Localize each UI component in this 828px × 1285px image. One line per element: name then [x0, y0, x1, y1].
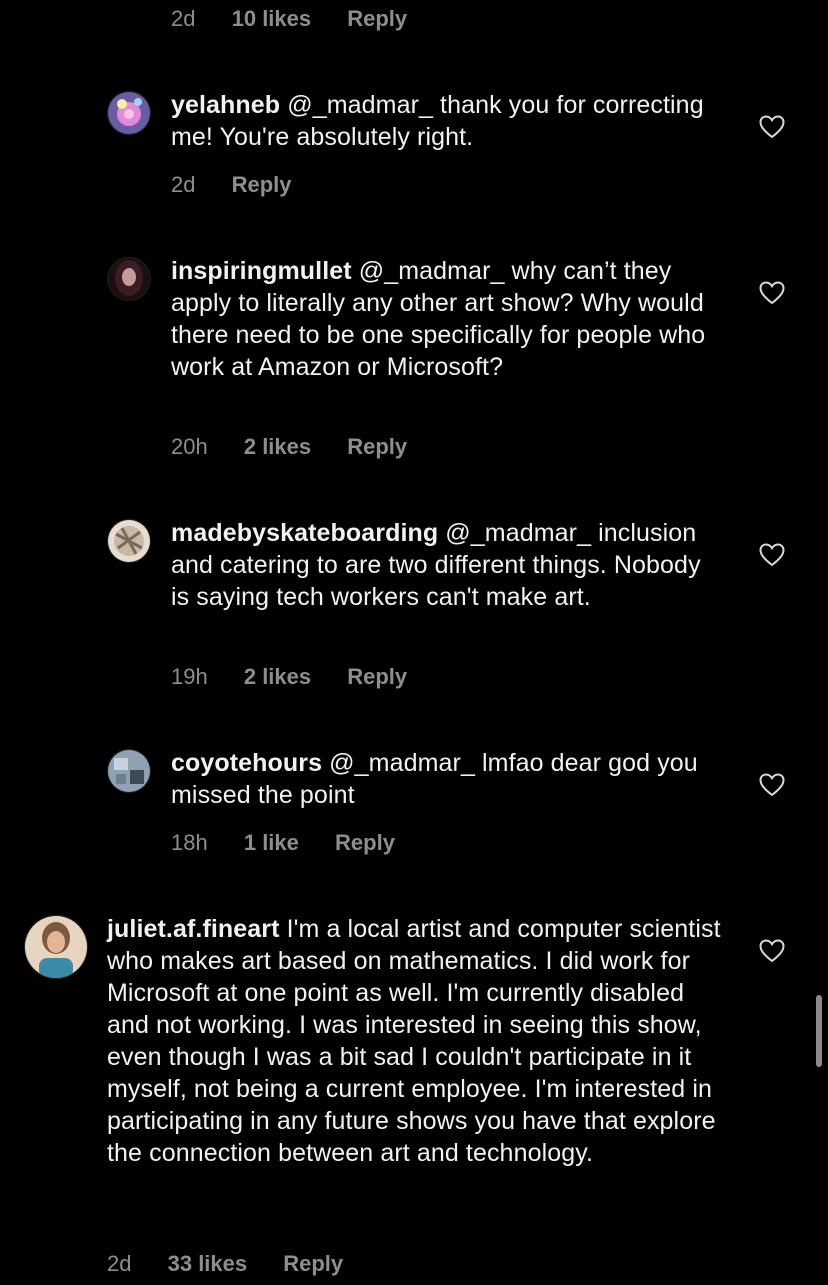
- comment-text: juliet.af.fineart I'm a local artist and…: [107, 913, 727, 1169]
- comment-meta-top: 2d 10 likes Reply: [171, 6, 437, 32]
- comment-time: 2d: [107, 1251, 132, 1276]
- comment-meta: 2d Reply: [171, 172, 322, 198]
- comment-text: yelahneb @_madmar_ thank you for correct…: [171, 89, 711, 153]
- avatar[interactable]: [108, 258, 150, 300]
- username[interactable]: juliet.af.fineart: [107, 915, 280, 943]
- comment-time: 2d: [171, 172, 196, 197]
- reply-button[interactable]: Reply: [347, 434, 407, 460]
- comment-time: 20h: [171, 434, 208, 459]
- scrollbar-thumb[interactable]: [816, 995, 822, 1067]
- comment-time: 2d: [171, 6, 196, 31]
- comment-meta: 18h 1 like Reply: [171, 830, 425, 856]
- likes-count[interactable]: 10 likes: [232, 6, 312, 32]
- comment-meta: 2d 33 likes Reply: [107, 1251, 373, 1277]
- likes-count[interactable]: 1 like: [244, 830, 299, 856]
- avatar[interactable]: [25, 916, 87, 978]
- likes-count[interactable]: 2 likes: [244, 664, 311, 690]
- comment-text: madebyskateboarding @_madmar_ inclusion …: [171, 517, 716, 613]
- avatar[interactable]: [108, 750, 150, 792]
- heart-outline-icon[interactable]: [759, 939, 785, 963]
- likes-count[interactable]: 2 likes: [244, 434, 311, 460]
- comment-text: inspiringmullet @_madmar_ why can’t they…: [171, 255, 711, 383]
- reply-button[interactable]: Reply: [335, 830, 395, 856]
- username[interactable]: coyotehours: [171, 749, 322, 777]
- heart-outline-icon[interactable]: [759, 281, 785, 305]
- username[interactable]: yelahneb: [171, 91, 280, 119]
- comment-text: coyotehours @_madmar_ lmfao dear god you…: [171, 747, 716, 811]
- comment-meta: 20h 2 likes Reply: [171, 434, 437, 460]
- heart-outline-icon[interactable]: [759, 115, 785, 139]
- avatar[interactable]: [108, 520, 150, 562]
- reply-button[interactable]: Reply: [283, 1251, 343, 1277]
- comment-time: 18h: [171, 830, 208, 855]
- likes-count[interactable]: 33 likes: [168, 1251, 248, 1277]
- comment-time: 19h: [171, 664, 208, 689]
- avatar[interactable]: [108, 92, 150, 134]
- reply-button[interactable]: Reply: [347, 664, 407, 690]
- reply-button[interactable]: Reply: [232, 172, 292, 198]
- username[interactable]: madebyskateboarding: [171, 519, 438, 547]
- heart-outline-icon[interactable]: [759, 543, 785, 567]
- heart-outline-icon[interactable]: [759, 773, 785, 797]
- comment-meta: 19h 2 likes Reply: [171, 664, 437, 690]
- username[interactable]: inspiringmullet: [171, 257, 352, 285]
- reply-button[interactable]: Reply: [347, 6, 407, 32]
- comment-body: I'm a local artist and computer scientis…: [107, 915, 721, 1167]
